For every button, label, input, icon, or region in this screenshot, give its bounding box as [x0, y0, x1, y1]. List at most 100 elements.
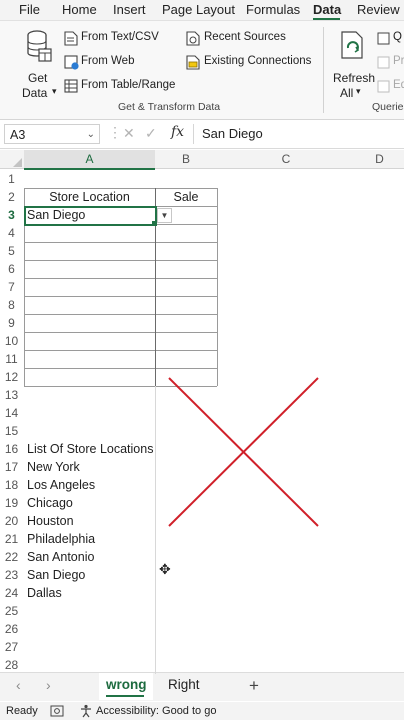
from-text-csv-button[interactable]: From Text/CSV — [64, 30, 174, 48]
scroll-right-icon[interactable]: › — [46, 677, 51, 693]
row-header[interactable]: 15 — [0, 422, 23, 440]
connections-icon — [186, 55, 200, 70]
row-header[interactable]: 8 — [0, 296, 23, 314]
row-header[interactable]: 3 — [0, 206, 23, 224]
group-label-queries: Queries — [372, 101, 404, 113]
row-header[interactable]: 4 — [0, 224, 23, 242]
row-header[interactable]: 26 — [0, 620, 23, 638]
row-header[interactable]: 13 — [0, 386, 23, 404]
recent-file-icon — [186, 31, 200, 46]
row-header[interactable]: 16 — [0, 440, 23, 458]
row-header[interactable]: 2 — [0, 188, 23, 206]
column-header-d[interactable]: D — [355, 150, 404, 169]
cell-a22[interactable]: San Antonio — [27, 548, 94, 566]
fill-handle[interactable] — [152, 221, 156, 225]
name-box-value: A3 — [10, 128, 26, 142]
tab-insert[interactable]: Insert — [113, 2, 146, 18]
table-row-border — [24, 242, 217, 243]
from-text-csv-label: From Text/CSV — [81, 31, 159, 43]
row-header[interactable]: 11 — [0, 350, 23, 368]
row-header[interactable]: 14 — [0, 404, 23, 422]
table-icon — [64, 79, 78, 93]
cell-a2[interactable]: Store Location — [24, 188, 155, 206]
row-header[interactable]: 5 — [0, 242, 23, 260]
edit-links-label-clipped: Ed — [393, 79, 404, 91]
column-header-b[interactable]: B — [155, 150, 217, 169]
sheet-tab-wrong[interactable]: wrong — [99, 673, 153, 700]
edit-links-icon — [377, 80, 390, 93]
tab-data[interactable]: Data — [313, 2, 341, 18]
tab-formulas[interactable]: Formulas — [246, 2, 300, 18]
formula-divider — [193, 124, 194, 144]
cell-a17[interactable]: New York — [27, 458, 80, 476]
row-header[interactable]: 12 — [0, 368, 23, 386]
sheet-tab-label: Right — [168, 677, 200, 692]
existing-connections-button[interactable]: Existing Connections — [186, 54, 316, 72]
sheet-tab-right[interactable]: Right — [160, 673, 214, 700]
row-header[interactable]: 23 — [0, 566, 23, 584]
select-all-corner[interactable] — [0, 150, 24, 169]
enter-check-icon[interactable]: ✓ — [145, 125, 157, 142]
wrong-cross-mark-icon — [168, 377, 319, 527]
row-header[interactable]: 24 — [0, 584, 23, 602]
get-data-label: Get — [28, 71, 48, 85]
from-table-range-button[interactable]: From Table/Range — [64, 78, 182, 96]
scroll-left-icon[interactable]: ‹ — [16, 677, 21, 693]
refresh-all-button[interactable]: Refresh All ▾ — [330, 29, 376, 100]
cell-a18[interactable]: Los Angeles — [27, 476, 95, 494]
row-header[interactable]: 1 — [0, 170, 23, 188]
cell-a20[interactable]: Houston — [27, 512, 74, 530]
cell-a21[interactable]: Philadelphia — [27, 530, 95, 548]
row-header[interactable]: 25 — [0, 602, 23, 620]
tab-review[interactable]: Review — [357, 2, 400, 18]
cell-a16[interactable]: List Of Store Locations — [27, 440, 153, 458]
chevron-down-icon[interactable]: ⌄ — [87, 125, 95, 145]
chevron-down-icon: ▾ — [356, 86, 361, 96]
row-header[interactable]: 18 — [0, 476, 23, 494]
formula-input[interactable]: San Diego — [202, 126, 263, 141]
add-sheet-icon[interactable]: + — [249, 676, 259, 696]
data-validation-dropdown-icon[interactable]: ▼ — [157, 208, 172, 223]
sheet-tab-label: wrong — [106, 677, 147, 692]
tab-file[interactable]: File — [19, 2, 40, 18]
sheet-tab-bar: ‹ › wrong Right + — [0, 672, 404, 701]
name-box[interactable]: A3 ⌄ — [4, 124, 100, 144]
cell-b2[interactable]: Sale — [155, 188, 217, 206]
tab-home[interactable]: Home — [62, 2, 97, 18]
from-web-button[interactable]: From Web — [64, 54, 174, 72]
column-header-c[interactable]: C — [217, 150, 355, 169]
table-row-border — [24, 314, 217, 315]
cell-a24[interactable]: Dallas — [27, 584, 62, 602]
row-header[interactable]: 22 — [0, 548, 23, 566]
row-header[interactable]: 21 — [0, 530, 23, 548]
row-header[interactable]: 20 — [0, 512, 23, 530]
cell-a23[interactable]: San Diego — [27, 566, 85, 584]
refresh-label-2: All — [340, 86, 354, 100]
accessibility-icon[interactable] — [80, 704, 94, 718]
chevron-down-icon: ▾ — [52, 86, 57, 96]
macro-record-icon[interactable] — [50, 705, 64, 717]
cancel-icon[interactable]: ✕ — [123, 125, 135, 142]
row-header[interactable]: 28 — [0, 656, 23, 674]
row-header[interactable]: 6 — [0, 260, 23, 278]
row-header[interactable]: 7 — [0, 278, 23, 296]
row-header[interactable]: 27 — [0, 638, 23, 656]
cell-a19[interactable]: Chicago — [27, 494, 73, 512]
row-header[interactable]: 10 — [0, 332, 23, 350]
queries-label-clipped: Q — [393, 31, 402, 43]
queries-connections-button[interactable]: Q — [377, 30, 404, 48]
row-header[interactable]: 19 — [0, 494, 23, 512]
get-data-label-2: Data — [22, 86, 48, 100]
get-data-button[interactable]: Get Data ▾ — [16, 29, 60, 100]
column-header-a[interactable]: A — [24, 150, 155, 170]
row-header[interactable]: 9 — [0, 314, 23, 332]
row-header[interactable]: 17 — [0, 458, 23, 476]
insert-function-icon[interactable]: fx — [171, 124, 184, 140]
recent-sources-button[interactable]: Recent Sources — [186, 30, 296, 48]
ribbon: Get Data ▾ From Text/CSV From Web From T… — [0, 20, 404, 120]
edit-links-button[interactable]: Ed — [377, 78, 404, 96]
table-row-border — [24, 368, 217, 369]
tab-page-layout[interactable]: Page Layout — [162, 2, 235, 18]
properties-button[interactable]: Pr — [377, 54, 404, 72]
accessibility-status[interactable]: Accessibility: Good to go — [96, 702, 216, 720]
